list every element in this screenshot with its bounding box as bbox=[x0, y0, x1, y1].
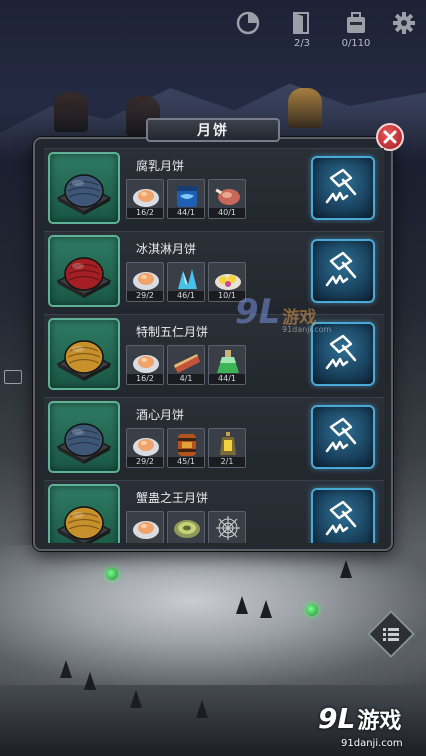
list-menu-icon bbox=[383, 628, 399, 641]
spider-web-icon bbox=[213, 514, 243, 543]
mooncake-icon[interactable] bbox=[48, 484, 120, 543]
recipe-row: 蟹蛊之王月饼 bbox=[44, 480, 384, 543]
material-slot[interactable]: 44/1 bbox=[167, 179, 205, 219]
close-button[interactable] bbox=[376, 123, 404, 151]
watermark-text: 游戏 bbox=[357, 709, 402, 734]
craft-button[interactable] bbox=[311, 405, 375, 469]
pine-tree bbox=[196, 700, 208, 718]
craft-button[interactable] bbox=[311, 239, 375, 303]
recipe-name: 冰淇淋月饼 bbox=[136, 242, 197, 256]
top-hud: 2/3 0/110 bbox=[228, 10, 418, 49]
recipe-list[interactable]: 腐乳月饼 16/2 44/1 40/1 冰淇淋月饼 29/2 46/1 10/1 特制五仁月饼 1… bbox=[44, 148, 384, 543]
material-list: 29/2 46/1 10/1 bbox=[126, 262, 246, 302]
gear-icon bbox=[391, 10, 417, 36]
door-counter[interactable]: 2/3 bbox=[282, 10, 322, 49]
map-location-marker[interactable] bbox=[106, 568, 118, 580]
backpack-counter[interactable]: 0/110 bbox=[336, 10, 376, 49]
material-count: 16/2 bbox=[127, 208, 163, 218]
character-figure bbox=[288, 88, 322, 128]
material-slot[interactable]: 46/1 bbox=[167, 262, 205, 302]
material-count: 29/2 bbox=[127, 457, 163, 467]
material-slot[interactable] bbox=[208, 511, 246, 543]
round-disc-icon bbox=[172, 514, 202, 543]
recipe-row: 冰淇淋月饼 29/2 46/1 10/1 bbox=[44, 231, 384, 307]
mooncake-icon[interactable] bbox=[48, 318, 120, 390]
flour-plate-icon bbox=[131, 514, 161, 543]
material-count: 46/1 bbox=[168, 291, 204, 301]
material-slot[interactable]: 29/2 bbox=[126, 428, 164, 468]
material-count: 2/1 bbox=[209, 457, 245, 467]
material-slot[interactable]: 16/2 bbox=[126, 345, 164, 385]
material-count: 44/1 bbox=[209, 374, 245, 384]
pine-tree bbox=[236, 596, 248, 614]
material-slot[interactable]: 44/1 bbox=[208, 345, 246, 385]
pine-tree bbox=[60, 660, 72, 678]
chat-icon[interactable] bbox=[4, 370, 22, 384]
material-slot[interactable]: 40/1 bbox=[208, 179, 246, 219]
material-count: 45/1 bbox=[168, 457, 204, 467]
material-slot[interactable] bbox=[126, 511, 164, 543]
backpack-count-text: 0/110 bbox=[341, 38, 371, 49]
mooncake-icon[interactable] bbox=[48, 235, 120, 307]
material-count: 4/1 bbox=[168, 374, 204, 384]
hammer-icon bbox=[321, 330, 365, 378]
watermark-url: 91danji.com bbox=[341, 738, 403, 749]
close-icon bbox=[383, 130, 397, 144]
mooncake-icon[interactable] bbox=[48, 152, 120, 224]
recipe-row: 酒心月饼 29/2 45/1 2/1 bbox=[44, 397, 384, 473]
material-count: 44/1 bbox=[168, 208, 204, 218]
dialog-title: 月饼 bbox=[146, 118, 280, 142]
recipe-row: 特制五仁月饼 16/2 4/1 44/1 bbox=[44, 314, 384, 390]
craft-button[interactable] bbox=[311, 156, 375, 220]
material-list: 16/2 44/1 40/1 bbox=[126, 179, 246, 219]
watermark-url: 91danji.com bbox=[282, 325, 332, 334]
recipe-name: 腐乳月饼 bbox=[136, 159, 185, 173]
recipe-row: 腐乳月饼 16/2 44/1 40/1 bbox=[44, 148, 384, 224]
watermark-corner: 9L 游戏 bbox=[318, 702, 401, 735]
recipe-name: 特制五仁月饼 bbox=[136, 325, 209, 339]
material-count: 29/2 bbox=[127, 291, 163, 301]
recipe-name: 蟹蛊之王月饼 bbox=[136, 491, 209, 505]
circular-timer-icon bbox=[235, 10, 261, 36]
pine-tree bbox=[130, 690, 142, 708]
map-location-marker[interactable] bbox=[306, 604, 318, 616]
material-count: 16/2 bbox=[127, 374, 163, 384]
material-slot[interactable]: 2/1 bbox=[208, 428, 246, 468]
watermark-logo: 9L bbox=[318, 702, 356, 735]
mooncake-icon[interactable] bbox=[48, 401, 120, 473]
material-slot[interactable] bbox=[167, 511, 205, 543]
material-slot[interactable]: 16/2 bbox=[126, 179, 164, 219]
hammer-icon bbox=[321, 164, 365, 212]
hammer-icon bbox=[321, 413, 365, 461]
settings-button[interactable] bbox=[390, 10, 418, 36]
material-list: 16/2 4/1 44/1 bbox=[126, 345, 246, 385]
material-list: 29/2 45/1 2/1 bbox=[126, 428, 246, 468]
character-figure bbox=[54, 92, 88, 132]
backpack-icon bbox=[343, 10, 369, 36]
recipe-name: 酒心月饼 bbox=[136, 408, 185, 422]
material-slot[interactable]: 45/1 bbox=[167, 428, 205, 468]
material-slot[interactable]: 29/2 bbox=[126, 262, 164, 302]
pine-tree bbox=[84, 672, 96, 690]
pine-tree bbox=[260, 600, 272, 618]
door-icon bbox=[289, 10, 315, 36]
timer-button[interactable] bbox=[228, 10, 268, 36]
pine-tree bbox=[340, 560, 352, 578]
material-count: 40/1 bbox=[209, 208, 245, 218]
watermark-logo: 9L bbox=[235, 292, 281, 332]
hammer-icon bbox=[321, 496, 365, 543]
door-count-text: 2/3 bbox=[293, 38, 311, 49]
hammer-icon bbox=[321, 247, 365, 295]
material-slot[interactable]: 4/1 bbox=[167, 345, 205, 385]
craft-button[interactable] bbox=[311, 488, 375, 543]
material-list bbox=[126, 511, 246, 543]
